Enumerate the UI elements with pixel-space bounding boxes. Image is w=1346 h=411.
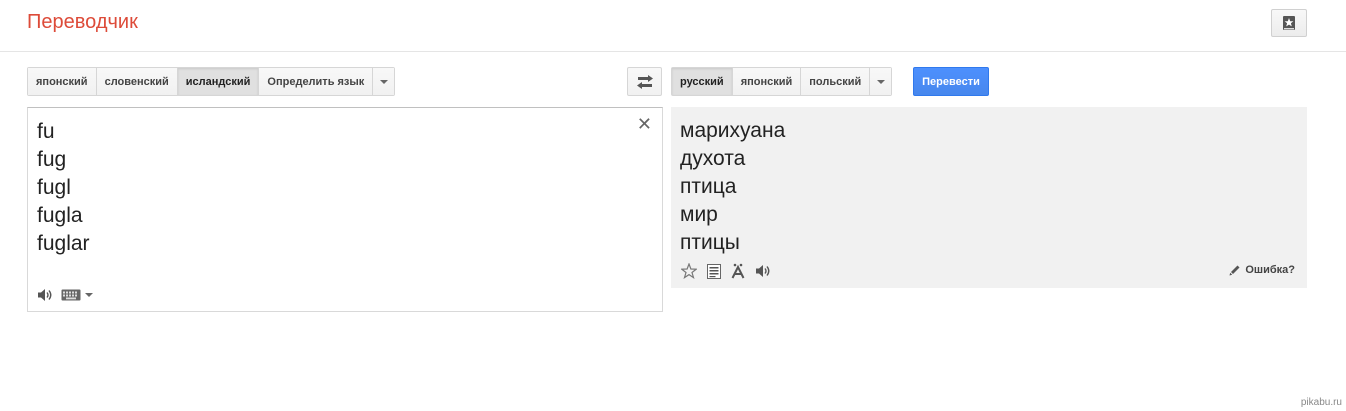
result-line[interactable]: духота — [680, 145, 785, 173]
translate-button[interactable]: Перевести — [913, 67, 989, 96]
target-lang-japanese[interactable]: японский — [732, 68, 802, 95]
app-title[interactable]: Переводчик — [27, 11, 138, 34]
target-language-bar: русский японский польский — [671, 67, 893, 96]
target-lang-dropdown[interactable] — [869, 68, 892, 95]
pencil-icon — [1229, 264, 1241, 276]
result-line[interactable]: марихуана — [680, 117, 785, 145]
phrasebook-star-icon — [1282, 15, 1296, 31]
source-line: fu — [37, 120, 55, 143]
star-icon[interactable] — [681, 263, 697, 279]
keyboard-icon[interactable] — [61, 289, 81, 301]
source-lang-japanese[interactable]: японский — [28, 68, 97, 95]
source-language-bar: японский словенский исландский Определит… — [27, 67, 396, 96]
target-lang-russian[interactable]: русский — [672, 68, 733, 95]
report-error-label: Ошибка? — [1245, 264, 1295, 276]
swap-languages-button[interactable] — [627, 67, 662, 96]
source-line: fuglar — [37, 232, 90, 255]
source-text-area[interactable]: fu fug fugl fugla fuglar ✕ — [27, 107, 663, 312]
source-lang-icelandic[interactable]: исландский — [177, 68, 260, 95]
source-tools — [37, 288, 93, 302]
speaker-icon[interactable] — [37, 288, 53, 302]
watermark: pikabu.ru — [1300, 397, 1342, 408]
source-line: fugla — [37, 204, 83, 227]
header: Переводчик — [0, 0, 1346, 52]
swap-arrows-icon — [636, 74, 654, 89]
source-line: fug — [37, 148, 67, 171]
document-icon[interactable] — [707, 263, 721, 279]
transliteration-icon[interactable] — [731, 263, 745, 279]
result-tools — [681, 263, 771, 279]
translation-result: марихуана духота птица мир птицы Ошибка? — [671, 107, 1307, 288]
result-line[interactable]: птицы — [680, 229, 785, 257]
phrasebook-button[interactable] — [1271, 9, 1307, 37]
chevron-down-icon — [379, 79, 388, 84]
source-lang-detect[interactable]: Определить язык — [259, 68, 373, 95]
target-lang-polish[interactable]: польский — [801, 68, 870, 95]
clear-source-button[interactable]: ✕ — [637, 114, 652, 135]
result-text: марихуана духота птица мир птицы — [680, 117, 785, 257]
result-line[interactable]: мир — [680, 201, 785, 229]
source-lang-dropdown[interactable] — [372, 68, 395, 95]
source-line: fugl — [37, 176, 71, 199]
chevron-down-icon — [876, 79, 885, 84]
speaker-icon[interactable] — [755, 264, 771, 278]
chevron-down-icon[interactable] — [85, 293, 93, 297]
source-text[interactable]: fu fug fugl fugla fuglar — [37, 118, 90, 258]
source-lang-slovenian[interactable]: словенский — [96, 68, 178, 95]
close-icon: ✕ — [636, 114, 652, 134]
report-error-link[interactable]: Ошибка? — [1229, 264, 1295, 276]
result-line[interactable]: птица — [680, 173, 785, 201]
